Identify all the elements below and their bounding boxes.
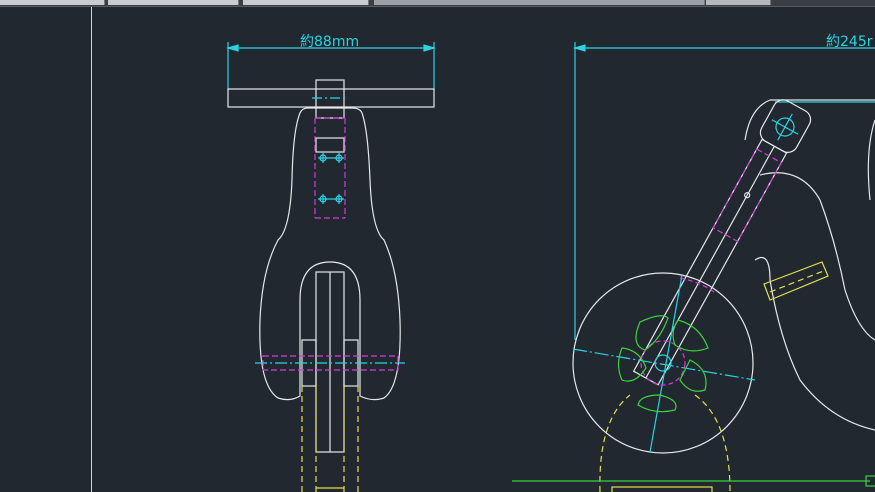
frame-outline [744, 99, 875, 431]
side-length-dimension [572, 42, 875, 340]
side-length-dimension-label: 約245r [826, 34, 873, 50]
side-view: 約245r [512, 34, 875, 492]
front-view: 約88mm [225, 34, 437, 492]
hub-petals [617, 315, 709, 413]
side-lower-hidden [599, 394, 731, 492]
front-width-dimension-label: 約88mm [300, 34, 359, 50]
bolt-holes [318, 153, 344, 204]
side-wheel [572, 272, 754, 454]
cad-drawing-canvas[interactable]: 約88mm 約245r [0, 0, 875, 492]
stem-post [315, 79, 345, 119]
side-fork-arm [632, 99, 812, 386]
